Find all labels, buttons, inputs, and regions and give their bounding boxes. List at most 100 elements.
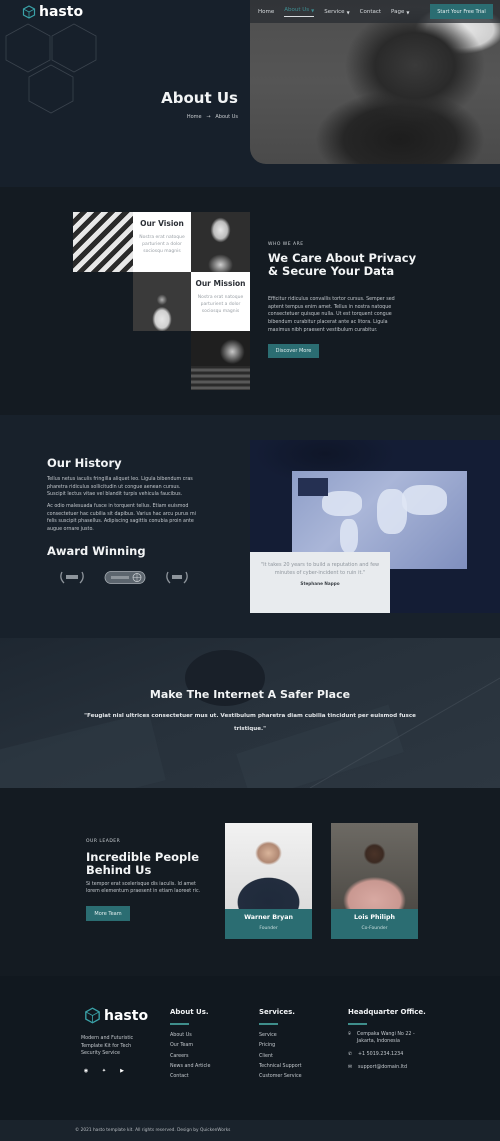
award-badge-eterno: [104, 570, 146, 585]
nav-item-about-us[interactable]: About Us ▼: [284, 7, 315, 17]
hexagon-decoration: [5, 23, 97, 114]
map-continent: [340, 519, 358, 553]
robot-image: [191, 212, 250, 272]
footer-link[interactable]: Client: [259, 1054, 302, 1059]
nav-label: Page: [391, 9, 405, 15]
email-text[interactable]: support@domain.ltd: [358, 1064, 407, 1071]
dribbble-icon[interactable]: ◉: [82, 1067, 90, 1075]
team-section: OUR LEADER Incredible People Behind Us S…: [0, 788, 500, 976]
footer-services-links: Service Pricing Client Technical Support…: [259, 1033, 302, 1079]
our-leader-eyebrow: OUR LEADER: [86, 839, 121, 844]
nav-label: Contact: [359, 9, 382, 15]
mission-title: Our Mission: [195, 279, 246, 288]
divider: [170, 1023, 189, 1025]
address-text: Cempaka Wangi No 22 - Jakarta, Indonesia: [356, 1032, 415, 1044]
safer-internet-banner: Make The Internet A Safer Place "Feugiat…: [0, 638, 500, 788]
member-name: Lois Philiph: [353, 914, 395, 921]
map-inset-panel: [298, 478, 328, 496]
quote-text: "It takes 20 years to build a reputation…: [260, 562, 380, 576]
phone-icon: ✆: [348, 1052, 353, 1057]
footer-link[interactable]: Our Team: [170, 1043, 210, 1048]
footer-link[interactable]: Contact: [170, 1074, 210, 1079]
nav-item-contact[interactable]: Contact: [360, 7, 381, 17]
chevron-down-icon: ▼: [311, 7, 315, 13]
chevron-down-icon: ▼: [406, 9, 410, 15]
more-team-button[interactable]: More Team: [86, 906, 130, 921]
globe-award-icon: [104, 571, 146, 584]
nav-label: Home: [258, 9, 275, 15]
breadcrumb: Home → About Us: [160, 114, 238, 120]
map-pin-icon: ⌾: [348, 1032, 351, 1037]
vision-card: Our Vision Nostra erat natoque parturien…: [133, 212, 191, 272]
hq-address: ⌾ Cempaka Wangi No 22 - Jakarta, Indones…: [348, 1031, 417, 1045]
nav-item-service[interactable]: Service ▼: [324, 7, 349, 17]
copyright-bar: © 2021 hasto template kit. All rights re…: [0, 1120, 500, 1141]
vision-text: Nostra erat natoque parturient a dolor s…: [139, 235, 185, 254]
banner-quote: "Feugiat nisl ultrices consectetuer mus …: [84, 713, 416, 732]
history-paragraph-1: Tellus netus iaculis fringilla aliquet l…: [47, 477, 193, 498]
logo-text: hasto: [39, 4, 84, 20]
vr-person-image: [133, 272, 191, 331]
map-continent: [402, 485, 447, 515]
footer-tagline: Modern and Futuristic Template Kit for T…: [81, 1036, 134, 1056]
nav-item-home[interactable]: Home: [258, 7, 274, 17]
team-member-card[interactable]: Lois Philiph Co-Founder: [331, 823, 418, 939]
social-links: ◉ ✦ ▶: [82, 1067, 126, 1075]
about-body: Efficitur ridiculus convallis tortor cur…: [268, 297, 395, 333]
footer-link[interactable]: Technical Support: [259, 1064, 302, 1069]
security-image: [73, 212, 133, 272]
divider: [348, 1023, 367, 1025]
history-heading: Our History: [47, 456, 122, 470]
award-badge-ultra: [57, 570, 87, 585]
team-heading: Incredible People Behind Us: [86, 850, 200, 877]
hq-email: ✉ support@domain.ltd: [348, 1064, 407, 1071]
footer-link[interactable]: About Us: [170, 1033, 210, 1038]
footer-link[interactable]: News and Article: [170, 1064, 210, 1069]
twitter-icon[interactable]: ✦: [100, 1067, 108, 1075]
nav-label: About Us: [284, 7, 310, 13]
divider: [259, 1023, 278, 1025]
team-member-card[interactable]: Warner Bryan Founder: [225, 823, 312, 939]
mission-card: Our Mission Nostra erat natoque parturie…: [191, 272, 250, 331]
footer-logo[interactable]: hasto: [84, 1007, 148, 1024]
member-role: Co-Founder: [361, 926, 388, 931]
breadcrumb-home-link[interactable]: Home: [187, 114, 202, 120]
logo-cube-icon: [85, 1007, 100, 1024]
awards-heading: Award Winning: [47, 544, 146, 558]
hero-vr-headset-photo: [250, 0, 500, 164]
history-paragraph-2: Ac odio malesuada fusce in torquent tell…: [47, 504, 196, 533]
footer: hasto Modern and Futuristic Template Kit…: [0, 976, 500, 1141]
page-title: About Us: [161, 89, 238, 107]
footer-link[interactable]: Customer Service: [259, 1074, 302, 1079]
footer-services-title: Services.: [259, 1008, 295, 1016]
member-photo: [331, 823, 418, 909]
footer-link[interactable]: Careers: [170, 1054, 210, 1059]
copyright-text: © 2021 hasto template kit. All rights re…: [75, 1128, 231, 1133]
laurel-award-icon: [166, 571, 188, 584]
who-we-are-eyebrow: WHO WE ARE: [268, 242, 304, 247]
mail-icon: ✉: [348, 1065, 353, 1070]
hq-phone: ✆ +1 5019.234.1234: [348, 1051, 403, 1058]
member-name: Warner Bryan: [244, 914, 293, 921]
member-info: Lois Philiph Co-Founder: [331, 909, 418, 939]
start-free-trial-button[interactable]: Start Your Free Trial: [430, 4, 493, 19]
phone-text[interactable]: +1 5019.234.1234: [358, 1051, 403, 1058]
hero-section: hasto Home About Us ▼ Service ▼ Contact Pa…: [0, 0, 500, 187]
tech-hand-image: [191, 331, 250, 390]
member-photo: [225, 823, 312, 909]
award-badge-best: [163, 570, 191, 585]
about-heading: We Care About Privacy & Secure Your Data: [268, 251, 417, 278]
footer-hq-title: Headquarter Office.: [348, 1008, 426, 1016]
team-body: Si tempor erat scelerisque dis iaculis. …: [86, 882, 201, 894]
logo[interactable]: hasto: [22, 4, 83, 20]
nav-item-page[interactable]: Page ▼: [391, 7, 409, 17]
discover-more-button[interactable]: Discover More: [268, 344, 319, 358]
quote-author: Stephane Nappo: [300, 581, 340, 586]
map-continent: [322, 491, 362, 516]
vision-title: Our Vision: [140, 219, 184, 228]
chevron-down-icon: ▼: [346, 9, 350, 15]
mission-text: Nostra erat natoque parturient a dolor s…: [197, 295, 244, 314]
youtube-icon[interactable]: ▶: [118, 1067, 126, 1075]
footer-link[interactable]: Pricing: [259, 1043, 302, 1048]
footer-link[interactable]: Service: [259, 1033, 302, 1038]
